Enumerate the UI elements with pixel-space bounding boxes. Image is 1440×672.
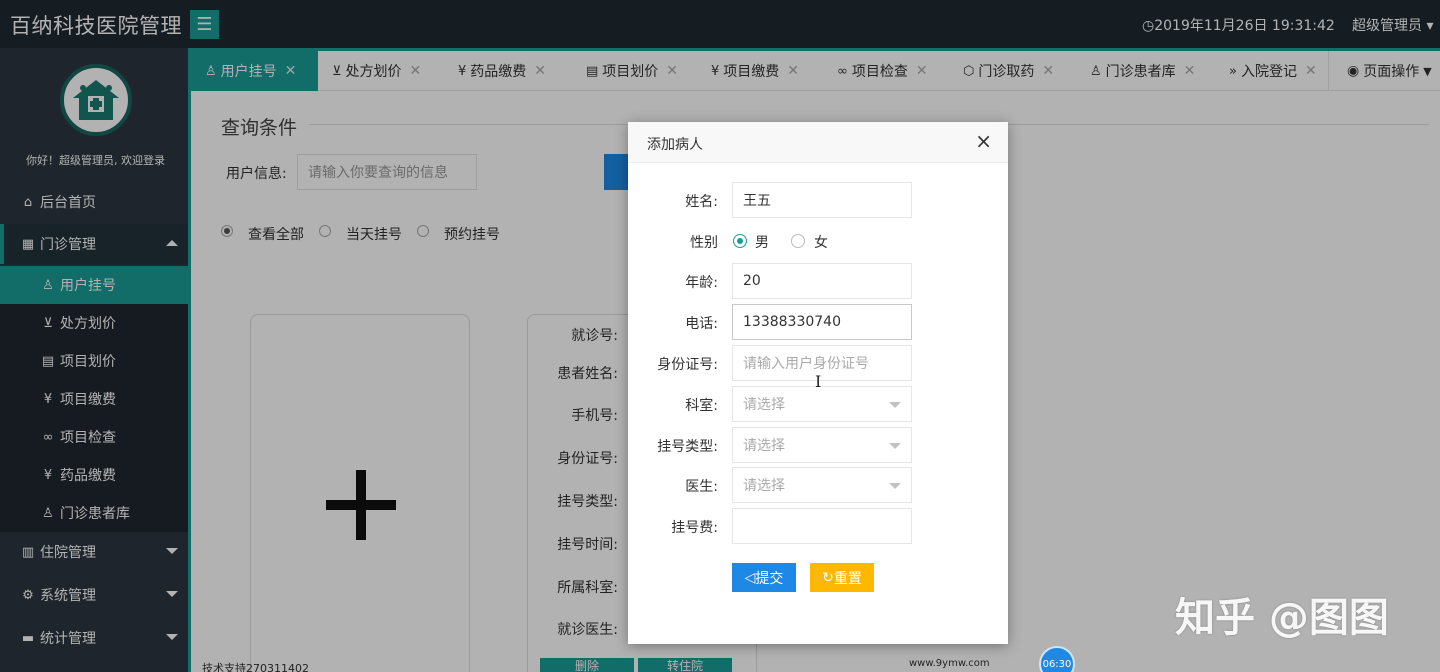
age-label: 年龄: (685, 275, 718, 291)
send-icon: ◁ (744, 569, 756, 586)
fee-label: 挂号费: (671, 520, 718, 536)
gender-male-label: 男 (755, 235, 769, 251)
text-cursor-icon: I (815, 372, 822, 391)
type-label: 挂号类型: (657, 439, 718, 455)
gender-female-label: 女 (814, 235, 828, 251)
doctor-label: 医生: (685, 479, 718, 495)
id-label: 身份证号: (657, 357, 718, 373)
age-field[interactable]: 20 (732, 263, 912, 299)
modal-title: 添加病人 (647, 137, 703, 153)
phone-field[interactable]: 13388330740 (732, 304, 912, 340)
dept-label: 科室: (685, 398, 718, 414)
submit-button[interactable]: ◁ 提交 (732, 563, 796, 592)
modal-header: 添加病人 × (628, 122, 1008, 163)
gender-male-radio[interactable] (733, 234, 747, 248)
dept-select[interactable]: 请选择 (732, 386, 912, 422)
gender-female-radio[interactable] (791, 234, 805, 248)
watermark-text: 知乎 @图图 (1175, 595, 1389, 641)
name-field[interactable]: 王五 (732, 182, 912, 218)
app-root: 百纳科技医院管理 ☰ ◷2019年11月26日 19:31:42 超级管理员 ▾… (0, 0, 1440, 672)
chevron-down-icon (889, 443, 901, 449)
phone-label: 电话: (685, 316, 718, 332)
chevron-down-icon (889, 402, 901, 408)
fee-field[interactable] (732, 508, 912, 544)
id-field[interactable]: 请输入用户身份证号 (732, 345, 912, 381)
gender-label: 性别 (690, 235, 718, 251)
close-icon[interactable]: × (975, 131, 992, 151)
refresh-icon: ↻ (822, 569, 834, 586)
reset-button[interactable]: ↻ 重置 (810, 563, 874, 592)
name-label: 姓名: (685, 194, 718, 210)
type-select[interactable]: 请选择 (732, 427, 912, 463)
chevron-down-icon (889, 483, 901, 489)
doctor-select[interactable]: 请选择 (732, 467, 912, 503)
